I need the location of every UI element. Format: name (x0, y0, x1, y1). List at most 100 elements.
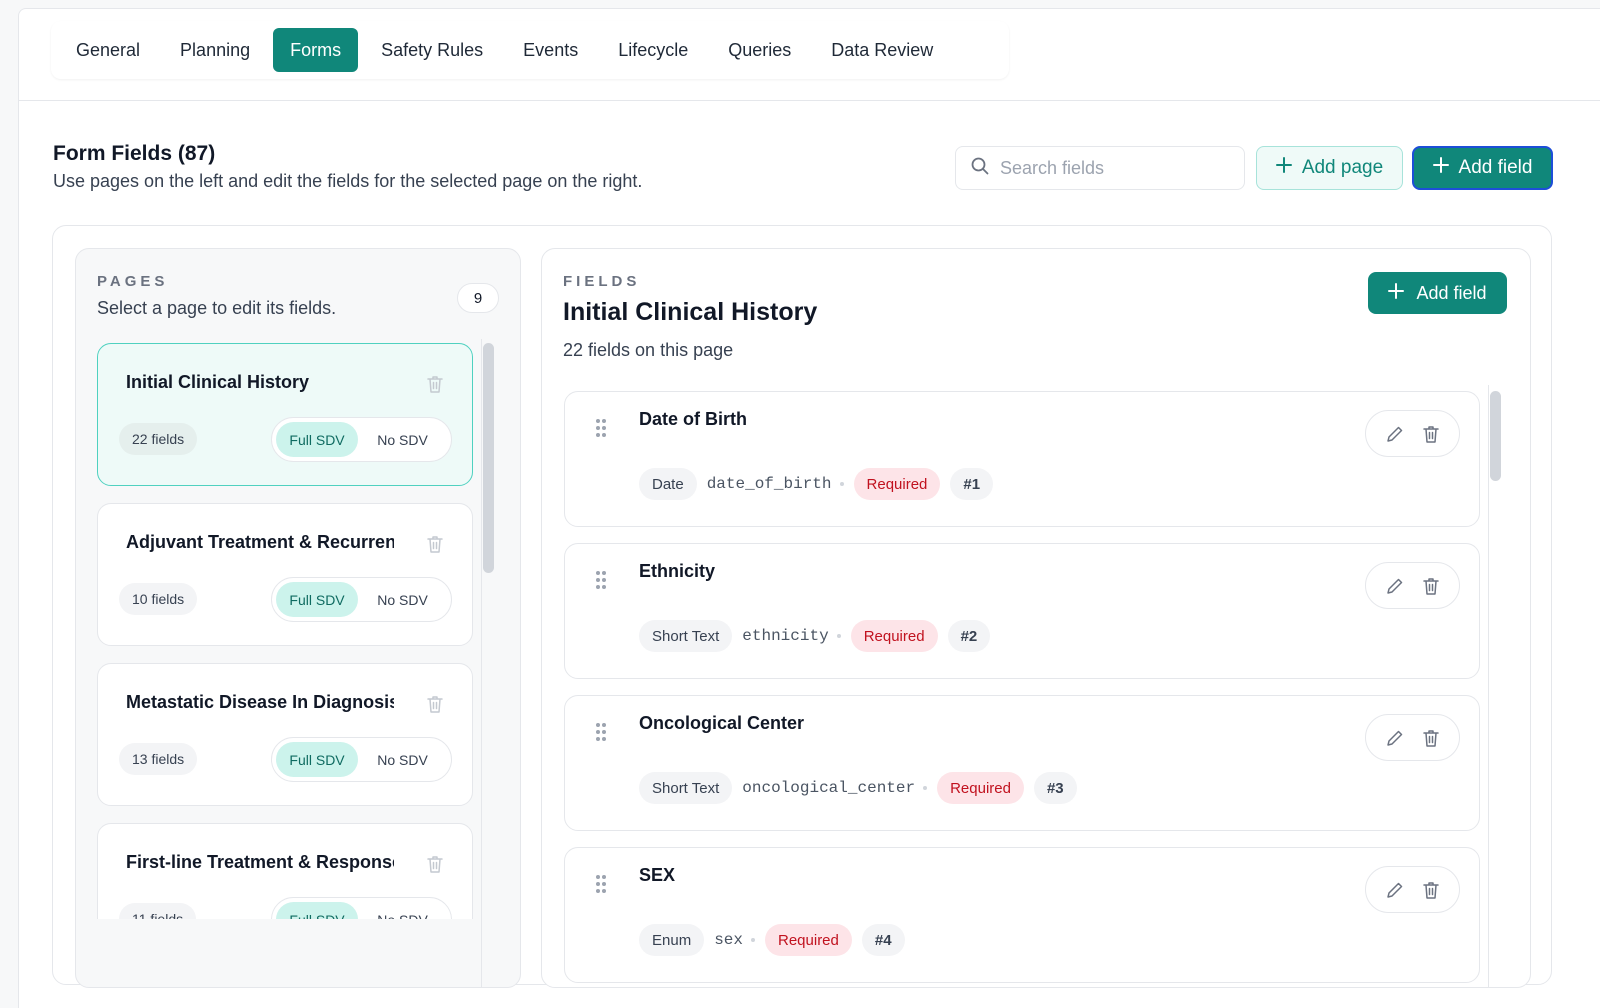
trash-icon[interactable] (1422, 880, 1440, 900)
add-field-button-secondary[interactable]: Add field (1368, 272, 1507, 314)
tab-events[interactable]: Events (506, 28, 595, 72)
full-sdv-option[interactable]: Full SDV (276, 582, 359, 617)
field-meta: Date date_of_birth Required #1 (639, 468, 994, 500)
field-card[interactable]: SEX Enum sex Required #4 (564, 847, 1480, 983)
field-meta: Short Text oncological_center Required #… (639, 772, 1077, 804)
tab-queries[interactable]: Queries (711, 28, 808, 72)
selected-page-subtitle: 22 fields on this page (563, 340, 734, 360)
pages-caption: PAGES (97, 273, 169, 290)
trash-icon[interactable] (426, 854, 444, 879)
field-card[interactable]: Date of Birth Date date_of_birth Require… (564, 391, 1480, 527)
add-field-button[interactable]: Add field (1412, 146, 1553, 190)
field-card[interactable]: Oncological Center Short Text oncologica… (564, 695, 1480, 831)
drag-handle-icon[interactable] (595, 874, 607, 899)
separator-dot (751, 938, 755, 942)
no-sdv-option[interactable]: No SDV (358, 422, 447, 457)
field-meta: Enum sex Required #4 (639, 924, 905, 956)
search-input[interactable] (1000, 157, 1220, 179)
page-name: Initial Clinical History (126, 372, 310, 392)
tab-planning[interactable]: Planning (163, 28, 267, 72)
plus-icon (1388, 282, 1405, 304)
field-actions (1365, 714, 1460, 761)
fields-scroll-track (1488, 385, 1489, 987)
field-actions (1365, 866, 1460, 913)
page-title: Form Fields (87) (53, 142, 216, 165)
tab-forms[interactable]: Forms (273, 28, 359, 72)
field-label: Oncological Center (639, 713, 805, 733)
page-card[interactable]: Initial Clinical History 22 fields Full … (97, 343, 473, 486)
pencil-icon[interactable] (1385, 880, 1405, 900)
add-field-label: Add field (1416, 282, 1487, 303)
field-actions (1365, 562, 1460, 609)
pencil-icon[interactable] (1385, 728, 1405, 748)
drag-handle-icon[interactable] (595, 418, 607, 443)
field-key: sex (714, 931, 743, 949)
sdv-toggle: Full SDV No SDV (271, 737, 452, 782)
add-field-label: Add field (1458, 157, 1533, 178)
pages-count-badge: 9 (457, 283, 499, 313)
drag-handle-icon[interactable] (595, 570, 607, 595)
sdv-toggle: Full SDV No SDV (271, 577, 452, 622)
editor-container: PAGES Select a page to edit its fields. … (52, 225, 1552, 988)
page-card[interactable]: Metastatic Disease In Diagnosis 13 field… (97, 663, 473, 806)
page-list: Initial Clinical History 22 fields Full … (97, 343, 475, 919)
field-type-badge: Date (639, 468, 697, 500)
field-count-badge: 13 fields (119, 743, 198, 775)
separator-dot (839, 482, 844, 486)
no-sdv-option[interactable]: No SDV (358, 742, 447, 777)
full-sdv-option[interactable]: Full SDV (276, 902, 359, 919)
field-type-badge: Enum (639, 924, 705, 956)
pencil-icon[interactable] (1385, 424, 1405, 444)
page-name: Metastatic Disease In Diagnosis (126, 692, 394, 712)
trash-icon[interactable] (426, 694, 444, 719)
field-count-badge: 22 fields (119, 423, 198, 455)
field-key: ethnicity (742, 627, 829, 645)
trash-icon[interactable] (1422, 576, 1440, 596)
trash-icon[interactable] (426, 374, 444, 399)
full-sdv-option[interactable]: Full SDV (276, 422, 359, 457)
field-label: Ethnicity (639, 561, 716, 581)
field-type-badge: Short Text (639, 620, 733, 652)
selected-page-title: Initial Clinical History (563, 298, 818, 326)
full-sdv-option[interactable]: Full SDV (276, 742, 359, 777)
search-box[interactable] (955, 146, 1245, 190)
trash-icon[interactable] (426, 534, 444, 559)
fields-scrollbar[interactable] (1490, 391, 1501, 481)
page-name: First-line Treatment & Response (126, 852, 394, 872)
required-badge: Required (853, 468, 941, 500)
no-sdv-option[interactable]: No SDV (358, 582, 447, 617)
pages-scroll-track (481, 339, 482, 987)
no-sdv-option[interactable]: No SDV (358, 902, 447, 920)
tab-safety-rules[interactable]: Safety Rules (364, 28, 500, 72)
app-frame: General Planning Forms Safety Rules Even… (18, 8, 1600, 1008)
trash-icon[interactable] (1422, 424, 1440, 444)
add-page-button[interactable]: Add page (1256, 146, 1403, 190)
plus-icon (1275, 157, 1292, 179)
field-label: Date of Birth (639, 409, 747, 429)
tab-bar: General Planning Forms Safety Rules Even… (51, 21, 1009, 79)
field-count-badge: 11 fields (119, 903, 197, 919)
trash-icon[interactable] (1422, 728, 1440, 748)
search-icon (970, 156, 990, 181)
pencil-icon[interactable] (1385, 576, 1405, 596)
fields-panel: FIELDS Initial Clinical History 22 field… (541, 248, 1531, 988)
pages-scrollbar[interactable] (483, 343, 494, 573)
page-card[interactable]: First-line Treatment & Response 11 field… (97, 823, 473, 919)
field-key: oncological_center (742, 779, 916, 797)
field-list: Date of Birth Date date_of_birth Require… (564, 391, 1482, 987)
add-page-label: Add page (1301, 157, 1384, 178)
sdv-toggle: Full SDV No SDV (271, 417, 452, 462)
tab-data-review[interactable]: Data Review (814, 28, 950, 72)
page-card[interactable]: Adjuvant Treatment & Recurrence 10 field… (97, 503, 473, 646)
required-badge: Required (850, 620, 938, 652)
tab-lifecycle[interactable]: Lifecycle (601, 28, 705, 72)
field-card[interactable]: Ethnicity Short Text ethnicity Required … (564, 543, 1480, 679)
field-key: date_of_birth (706, 475, 832, 493)
field-index-badge: #1 (950, 468, 994, 500)
separator-dot (923, 786, 928, 790)
field-count-badge: 10 fields (119, 583, 198, 615)
pages-hint: Select a page to edit its fields. (97, 298, 337, 318)
plus-icon (1432, 157, 1449, 179)
drag-handle-icon[interactable] (595, 722, 607, 747)
tab-general[interactable]: General (59, 28, 157, 72)
